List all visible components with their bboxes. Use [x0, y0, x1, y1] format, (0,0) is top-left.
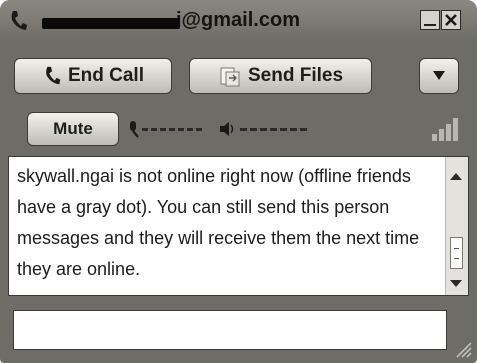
end-call-button[interactable]: End Call	[14, 58, 172, 94]
scroll-thumb[interactable]	[450, 237, 463, 269]
scroll-down-arrow[interactable]	[450, 280, 462, 287]
mute-label: Mute	[53, 119, 93, 138]
resize-grip-icon[interactable]	[454, 340, 472, 358]
signal-strength-icon	[432, 118, 458, 141]
speaker-icon	[220, 122, 234, 136]
window-title-text: i@gmail.com	[176, 9, 300, 31]
offline-notice-text: skywall.ngai is not online right now (of…	[17, 166, 420, 279]
close-button[interactable]	[441, 10, 461, 30]
phone-icon	[46, 66, 61, 85]
mute-button[interactable]: Mute	[27, 112, 119, 146]
minimize-button[interactable]	[420, 10, 440, 30]
microphone-icon	[130, 121, 139, 138]
redacted-username	[42, 18, 180, 29]
close-icon	[445, 14, 457, 26]
send-files-label: Send Files	[247, 65, 344, 86]
more-options-button[interactable]	[419, 58, 459, 94]
chevron-down-icon	[433, 71, 445, 80]
scrollbar[interactable]	[445, 157, 468, 295]
microphone-volume-slider[interactable]	[128, 120, 216, 138]
speaker-volume-slider[interactable]	[218, 120, 310, 138]
message-input[interactable]	[13, 310, 447, 350]
message-history: skywall.ngai is not online right now (of…	[8, 156, 469, 296]
phone-icon	[11, 11, 27, 30]
send-files-button[interactable]: Send Files	[189, 58, 372, 94]
chat-window: i@gmail.com End Call Send Files Mute sky…	[0, 0, 477, 363]
file-transfer-icon	[220, 67, 240, 87]
end-call-label: End Call	[67, 65, 144, 86]
scroll-up-arrow[interactable]	[450, 173, 462, 180]
title-bar[interactable]: i@gmail.com	[0, 0, 477, 42]
